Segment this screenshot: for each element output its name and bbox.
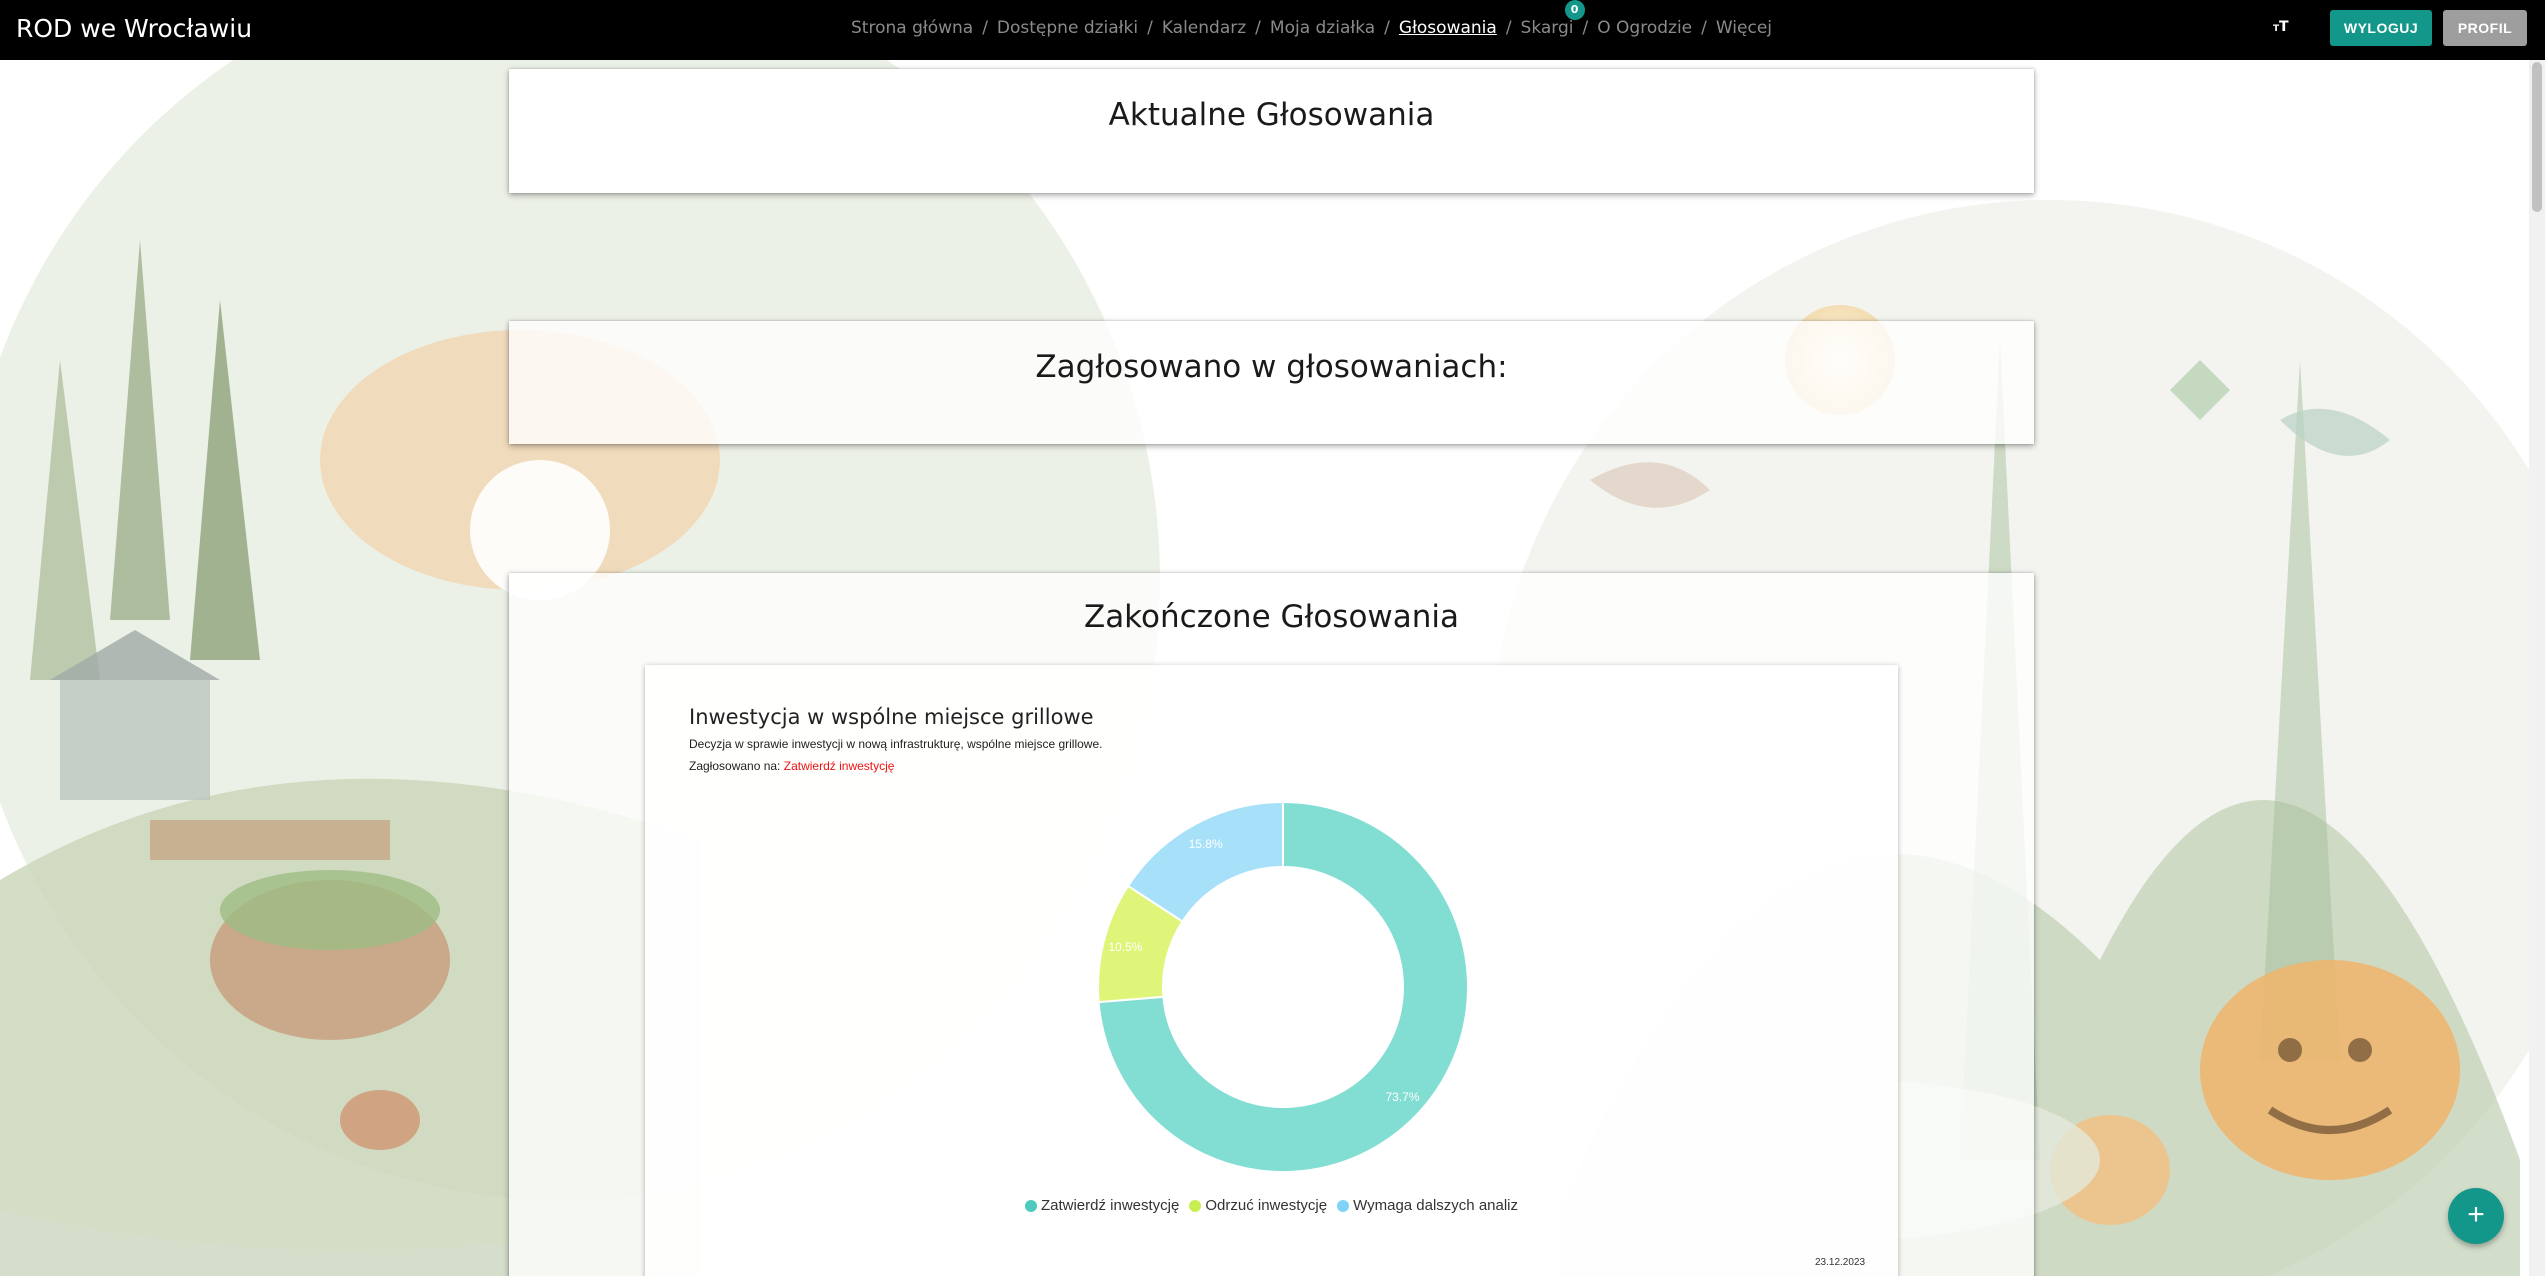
brand-title[interactable]: ROD we Wrocławiu (16, 14, 252, 43)
voted-votes-card: Zagłosowano w głosowaniach: (509, 321, 2034, 444)
donut-label-further-analysis: 15.8% (1189, 837, 1223, 851)
nav-link-complaints-label: Skargi (1520, 18, 1574, 38)
page-scrollbar[interactable] (2529, 60, 2545, 1276)
svg-text:T: T (2279, 19, 2289, 33)
legend-dot-further-analysis (1337, 1199, 1350, 1212)
legend-dot-approve (1024, 1199, 1037, 1212)
donut-label-reject: 10.5% (1108, 940, 1142, 954)
nav-link-about-garden[interactable]: O Ogrodzie (1597, 18, 1692, 38)
legend-label-further-analysis: Wymaga dalszych analiz (1353, 1197, 1519, 1214)
logout-button[interactable]: WYLOGUJ (2330, 10, 2432, 46)
legend-item-further-analysis[interactable]: Wymaga dalszych analiz (1337, 1197, 1518, 1214)
nav-link-home[interactable]: Strona główna (851, 18, 973, 38)
profile-button[interactable]: PROFIL (2443, 10, 2527, 46)
nav-link-my-plot[interactable]: Moja działka (1270, 18, 1375, 38)
scrollbar-thumb[interactable] (2532, 62, 2542, 212)
nav-link-more[interactable]: Więcej (1716, 18, 1772, 38)
legend-item-reject[interactable]: Odrzuć inwestycję (1189, 1197, 1327, 1214)
donut-label-approve: 73.7% (1385, 1090, 1419, 1104)
nav-link-available-plots[interactable]: Dostępne działki (997, 18, 1138, 38)
finished-votes-card: Zakończone Głosowania Inwestycja w wspól… (509, 573, 2034, 1276)
chart-legend: Zatwierdź inwestycję Odrzuć inwestycję W… (645, 1197, 1898, 1214)
nav-link-complaints[interactable]: Skargi 0 (1520, 0, 1585, 38)
nav-breadcrumb: Strona główna / Dostępne działki / Kalen… (851, 0, 1772, 38)
nav-link-calendar[interactable]: Kalendarz (1162, 18, 1246, 38)
top-navbar: ROD we Wrocławiu Strona główna / Dostępn… (0, 0, 2545, 60)
current-votes-card: Aktualne Głosowania (509, 69, 2034, 193)
add-plus-icon[interactable]: + (2448, 1188, 2504, 1244)
legend-label-reject: Odrzuć inwestycję (1205, 1197, 1328, 1214)
vote-result-card: Inwestycja w wspólne miejsce grillowe De… (645, 665, 1898, 1276)
vote-date: 23.12.2023 (1815, 1257, 1866, 1268)
complaints-count-badge: 0 (1564, 0, 1585, 20)
vote-results-doughnut-chart: 73.7% 10.5% 15.8% (1097, 800, 1469, 1173)
voted-votes-title: Zagłosowano w głosowaniach: (1035, 349, 1508, 385)
current-votes-title: Aktualne Głosowania (1108, 97, 1435, 133)
text-size-icon[interactable]: TT (2273, 19, 2289, 38)
legend-dot-reject (1189, 1199, 1202, 1212)
legend-item-approve[interactable]: Zatwierdź inwestycję (1024, 1197, 1180, 1214)
legend-label-approve: Zatwierdź inwestycję (1040, 1197, 1180, 1214)
finished-votes-title: Zakończone Głosowania (1083, 599, 1460, 635)
nav-link-votes[interactable]: Głosowania (1399, 18, 1497, 38)
